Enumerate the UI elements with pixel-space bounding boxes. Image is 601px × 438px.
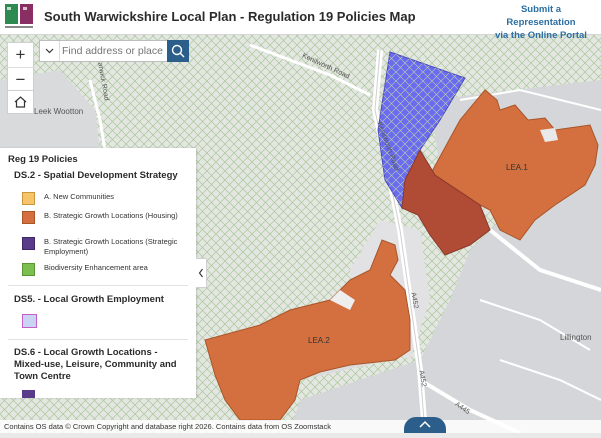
chevron-left-icon [198, 268, 203, 278]
legend-swatch [22, 211, 35, 224]
attribution-bar: Contains OS data © Crown Copyright and d… [0, 420, 601, 433]
label-lillington: Lillington [560, 333, 592, 342]
legend-divider [8, 339, 188, 340]
submit-line-2: via the Online Portal [495, 30, 587, 41]
search-icon [171, 44, 185, 58]
legend-swatch [22, 237, 35, 250]
legend-title: Reg 19 Policies [8, 154, 78, 165]
legend-swatch [22, 192, 35, 205]
legend-section-ds2: DS.2 - Spatial Development Strategy [14, 170, 178, 181]
chevron-down-icon [45, 48, 54, 54]
search-input[interactable] [62, 43, 166, 59]
home-button[interactable] [7, 90, 34, 114]
app-header: South Warwickshire Local Plan - Regulati… [0, 0, 601, 41]
label-lea2: LEA.2 [308, 336, 330, 345]
home-icon [14, 96, 27, 108]
search-widget [39, 40, 189, 62]
legend-swatch [22, 314, 37, 328]
chevron-up-icon [419, 420, 431, 428]
legend-section-ds6: DS.6 - Local Growth Locations - Mixed-us… [14, 347, 177, 382]
search-button[interactable] [167, 40, 189, 62]
page-title: South Warwickshire Local Plan - Regulati… [44, 9, 416, 24]
collapse-legend-button[interactable] [196, 258, 207, 288]
legend-item-label: Biodiversity Enhancement area [44, 263, 148, 272]
submit-representation-link[interactable]: Submit a Representation via the Online P… [489, 3, 593, 42]
legend-item-label: A. New Communities [44, 192, 115, 201]
zoom-in-button[interactable]: + [8, 43, 33, 67]
legend-item-label: B. Strategic Growth Locations (Strategic… [44, 237, 178, 256]
attribution-text: Contains OS data © Crown Copyright and d… [4, 422, 331, 431]
legend-section-ds5: DS5. - Local Growth Employment [14, 294, 164, 305]
legend-item-label: B. Strategic Growth Locations (Housing) [44, 211, 178, 220]
legend-panel: Reg 19 Policies DS.2 - Spatial Developme… [0, 148, 196, 398]
council-logo [5, 4, 33, 28]
submit-line-1: Submit a Representation [506, 4, 576, 28]
legend-swatch [22, 390, 35, 398]
legend-divider [8, 285, 188, 286]
search-source-dropdown[interactable] [40, 41, 60, 61]
expand-panel-button[interactable] [404, 417, 446, 433]
label-leek-wootton: Leek Wootton [34, 107, 84, 116]
label-lea1: LEA.1 [506, 163, 528, 172]
zoom-controls: + − [7, 42, 34, 93]
legend-swatch [22, 263, 35, 276]
zoom-out-button[interactable]: − [8, 67, 33, 92]
